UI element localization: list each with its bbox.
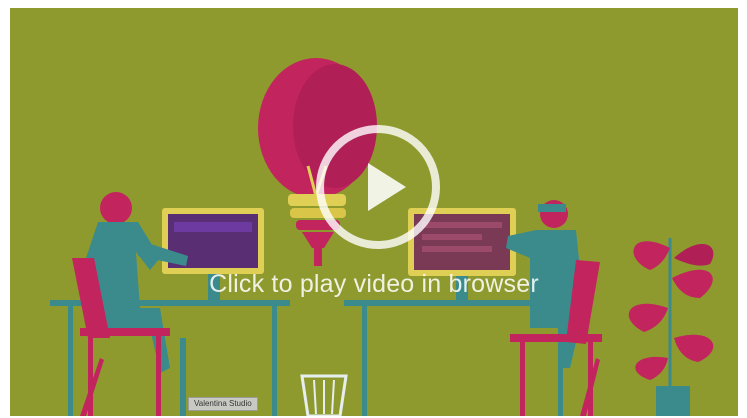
- play-button[interactable]: [316, 125, 440, 249]
- video-player[interactable]: Click to play video in browser Valentina…: [10, 8, 738, 416]
- play-video-caption[interactable]: Click to play video in browser: [10, 270, 738, 299]
- page-frame: Click to play video in browser Valentina…: [0, 0, 747, 418]
- play-icon: [368, 163, 406, 211]
- video-credit: Valentina Studio: [188, 397, 258, 411]
